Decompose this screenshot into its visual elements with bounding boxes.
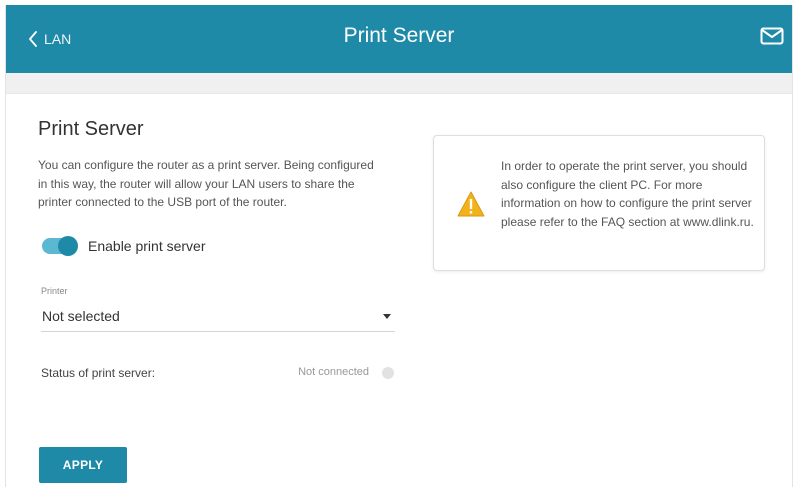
enable-print-server-label: Enable print server: [88, 238, 206, 254]
info-text: In order to operate the print server, yo…: [501, 159, 754, 229]
caret-down-icon: [383, 314, 391, 319]
mail-icon: [760, 27, 784, 45]
enable-print-server-toggle[interactable]: [42, 236, 78, 256]
enable-print-server-toggle-row[interactable]: Enable print server: [42, 236, 206, 256]
section-title: Print Server: [38, 118, 144, 140]
sub-bar: [6, 73, 792, 94]
info-box: In order to operate the print server, yo…: [433, 135, 765, 271]
mail-button[interactable]: [760, 27, 786, 49]
main-content: Print Server You can configure the route…: [6, 94, 792, 487]
status-indicator-icon: [382, 367, 394, 379]
status-value: Not connected: [298, 366, 369, 378]
page-title: Print Server: [343, 24, 455, 47]
section-description: You can configure the router as a print …: [38, 158, 374, 209]
status-label: Status of print server:: [41, 366, 156, 380]
printer-select[interactable]: Not selected: [41, 301, 395, 332]
printer-select-value: Not selected: [42, 308, 120, 324]
printer-field-label: Printer: [41, 286, 68, 296]
toggle-knob: [58, 236, 78, 256]
app-frame: LAN Print Server Print Server You can co…: [5, 5, 793, 487]
warning-icon: [457, 191, 485, 217]
top-bar: LAN Print Server: [6, 5, 792, 73]
apply-button[interactable]: APPLY: [39, 447, 127, 483]
